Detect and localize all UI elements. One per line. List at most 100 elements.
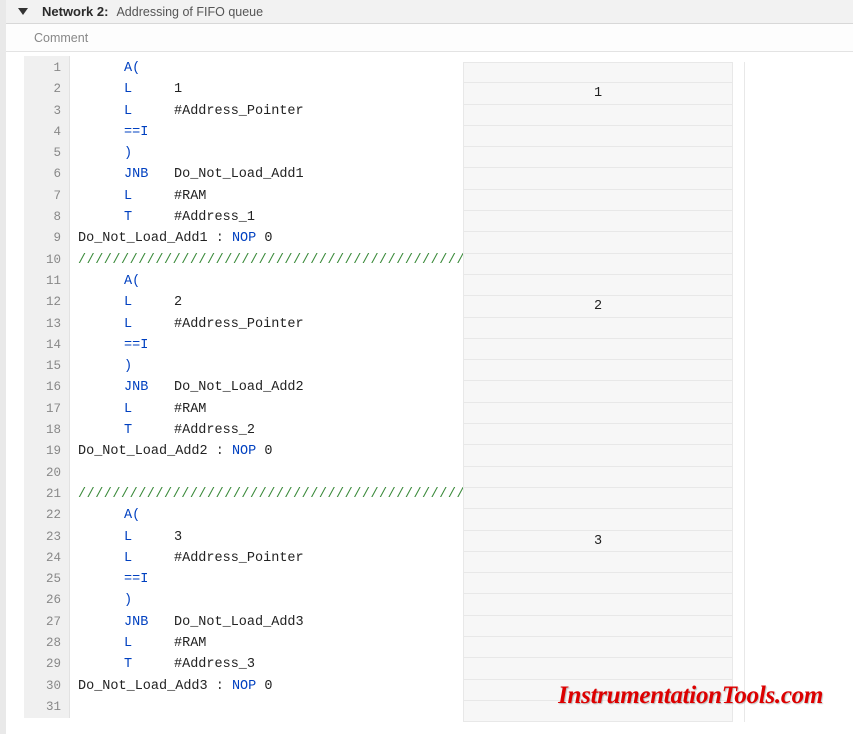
- line-number: 29: [24, 654, 69, 675]
- value-cell: [463, 424, 733, 445]
- code-operand: #Address_2: [174, 420, 255, 441]
- code-operand: Do_Not_Load_Add3: [174, 612, 304, 633]
- line-number-gutter: 1234567891011121314151617181920212223242…: [24, 56, 70, 718]
- value-cell: [463, 658, 733, 679]
- code-opcode: T: [124, 207, 174, 228]
- line-number: 11: [24, 271, 69, 292]
- line-number: 13: [24, 314, 69, 335]
- value-cell: [463, 211, 733, 232]
- code-opcode: T: [124, 654, 174, 675]
- code-opcode: ): [124, 356, 174, 377]
- value-cell: 3: [463, 531, 733, 552]
- line-number: 31: [24, 697, 69, 718]
- code-keyword: NOP: [232, 441, 256, 462]
- operand-value-column: 1 2 3: [463, 62, 733, 722]
- line-number: 15: [24, 356, 69, 377]
- code-operand: #RAM: [174, 186, 206, 207]
- line-number: 25: [24, 569, 69, 590]
- network-title: Addressing of FIFO queue: [116, 5, 263, 19]
- code-area: 1234567891011121314151617181920212223242…: [6, 52, 853, 718]
- line-number: 18: [24, 420, 69, 441]
- code-opcode: JNB: [124, 612, 174, 633]
- code-operand: #RAM: [174, 633, 206, 654]
- code-opcode: ): [124, 590, 174, 611]
- code-opcode: JNB: [124, 164, 174, 185]
- line-number: 14: [24, 335, 69, 356]
- code-operand: #Address_1: [174, 207, 255, 228]
- code-operand: Do_Not_Load_Add1: [174, 164, 304, 185]
- line-number: 30: [24, 676, 69, 697]
- line-number: 26: [24, 590, 69, 611]
- code-operand: 3: [174, 527, 182, 548]
- line-number: 21: [24, 484, 69, 505]
- value-cell: 2: [463, 296, 733, 317]
- code-label: Do_Not_Load_Add2: [78, 441, 216, 462]
- code-opcode: A(: [124, 58, 174, 79]
- value-cell: [463, 147, 733, 168]
- value-cell: [463, 339, 733, 360]
- stl-code[interactable]: A(L1L#Address_Pointer==I)JNBDo_Not_Load_…: [70, 56, 853, 718]
- network-label: Network 2:: [42, 4, 108, 19]
- code-opcode: T: [124, 420, 174, 441]
- value-cell: [463, 637, 733, 658]
- line-number: 27: [24, 612, 69, 633]
- code-opcode: L: [124, 292, 174, 313]
- network-header[interactable]: Network 2: Addressing of FIFO queue: [6, 0, 853, 24]
- code-opcode: L: [124, 314, 174, 335]
- code-operand: #Address_Pointer: [174, 314, 304, 335]
- code-opcode: L: [124, 79, 174, 100]
- code-opcode: ==I: [124, 569, 174, 590]
- code-opcode: JNB: [124, 377, 174, 398]
- line-number: 12: [24, 292, 69, 313]
- code-opcode: L: [124, 527, 174, 548]
- value-cell: [463, 254, 733, 275]
- collapse-caret-icon[interactable]: [18, 8, 28, 15]
- line-number: 4: [24, 122, 69, 143]
- line-number: 20: [24, 463, 69, 484]
- line-number: 1: [24, 58, 69, 79]
- code-opcode: ): [124, 143, 174, 164]
- value-cell: [463, 445, 733, 466]
- value-cell: [463, 403, 733, 424]
- line-number: 2: [24, 79, 69, 100]
- value-cell: [463, 105, 733, 126]
- code-operand: #RAM: [174, 399, 206, 420]
- code-operand: #Address_Pointer: [174, 548, 304, 569]
- value-cell: [463, 360, 733, 381]
- line-number: 9: [24, 228, 69, 249]
- value-cell: [463, 616, 733, 637]
- code-opcode: ==I: [124, 335, 174, 356]
- line-number: 10: [24, 250, 69, 271]
- code-opcode: A(: [124, 505, 174, 526]
- code-opcode: L: [124, 399, 174, 420]
- code-opcode: L: [124, 186, 174, 207]
- code-operand: 1: [174, 79, 182, 100]
- line-number: 19: [24, 441, 69, 462]
- line-number: 7: [24, 186, 69, 207]
- value-cell: [463, 232, 733, 253]
- line-number: 3: [24, 101, 69, 122]
- code-operand: #Address_Pointer: [174, 101, 304, 122]
- line-number: 17: [24, 399, 69, 420]
- code-operand: 2: [174, 292, 182, 313]
- watermark: InstrumentationTools.com: [558, 682, 823, 710]
- code-label: Do_Not_Load_Add3: [78, 676, 216, 697]
- value-cell: [463, 552, 733, 573]
- line-number: 28: [24, 633, 69, 654]
- value-cell: [463, 594, 733, 615]
- value-cell: [463, 168, 733, 189]
- comment-field[interactable]: Comment: [6, 24, 853, 52]
- value-cell: [463, 509, 733, 530]
- line-number: 23: [24, 527, 69, 548]
- line-number: 6: [24, 164, 69, 185]
- code-operand: Do_Not_Load_Add2: [174, 377, 304, 398]
- value-cell: [463, 190, 733, 211]
- code-keyword: NOP: [232, 676, 256, 697]
- operand-value-column-end: [733, 62, 745, 722]
- comment-placeholder: Comment: [34, 31, 88, 45]
- value-cell: [463, 467, 733, 488]
- line-number: 22: [24, 505, 69, 526]
- line-number: 8: [24, 207, 69, 228]
- code-opcode: L: [124, 101, 174, 122]
- value-cell: 1: [463, 83, 733, 104]
